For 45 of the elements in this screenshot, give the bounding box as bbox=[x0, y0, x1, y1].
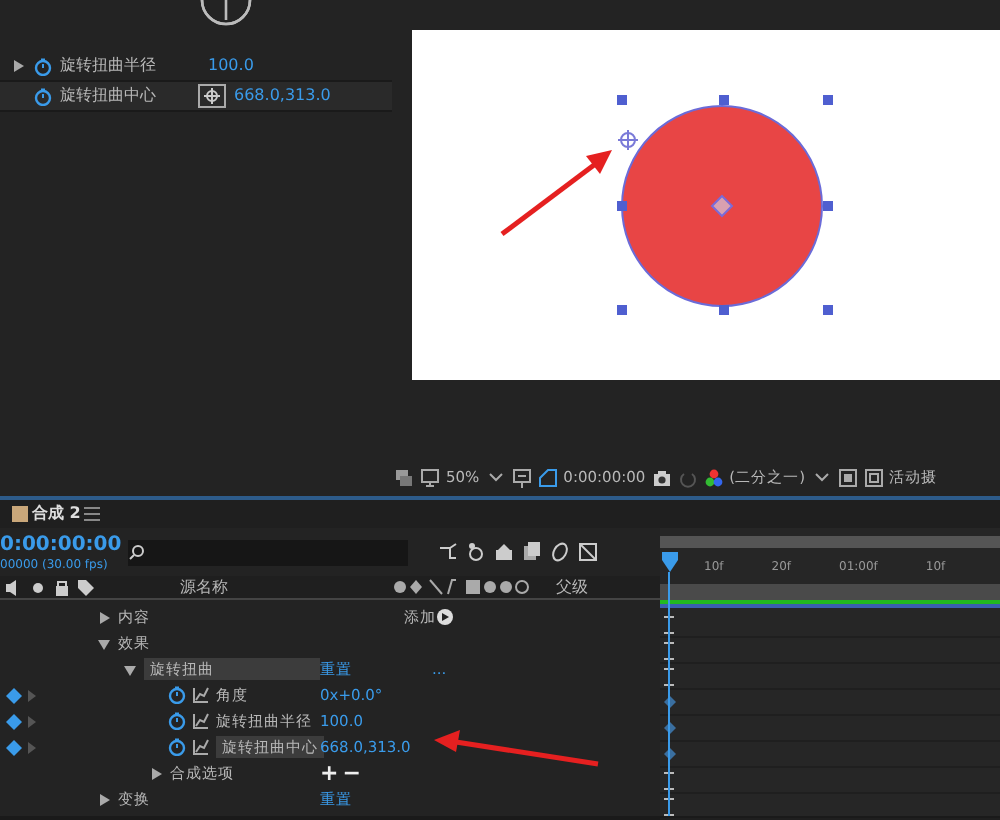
region-icon[interactable] bbox=[837, 468, 858, 488]
expand-triangle-icon[interactable] bbox=[10, 58, 26, 74]
stopwatch-icon[interactable] bbox=[168, 712, 186, 730]
stopwatch-icon[interactable] bbox=[34, 57, 52, 75]
layers-icon[interactable] bbox=[394, 468, 414, 488]
graph-icon[interactable] bbox=[192, 712, 210, 730]
expand-triangle-icon[interactable] bbox=[96, 609, 112, 625]
graph-icon[interactable] bbox=[192, 738, 210, 756]
mask-icon[interactable] bbox=[537, 468, 558, 488]
play-circle-icon[interactable] bbox=[436, 608, 454, 626]
current-time[interactable]: 0:00:00:00 bbox=[0, 531, 122, 557]
expand-triangle-icon[interactable] bbox=[96, 791, 112, 807]
property-value[interactable]: 668.0,313.0 bbox=[234, 84, 331, 108]
chart-icon[interactable] bbox=[578, 542, 598, 562]
tag-icon[interactable] bbox=[76, 577, 96, 597]
option-button[interactable]: − bbox=[342, 763, 361, 783]
panel-tab[interactable]: 合成 2 bbox=[32, 502, 81, 526]
composition-icon bbox=[12, 506, 28, 522]
stopwatch-icon[interactable] bbox=[168, 738, 186, 756]
anchor-point-button[interactable] bbox=[198, 84, 226, 108]
expand-triangle-icon[interactable] bbox=[148, 765, 164, 781]
flowchart-icon[interactable] bbox=[438, 542, 458, 562]
annotation-arrow bbox=[500, 150, 612, 236]
stopwatch-icon[interactable] bbox=[168, 686, 186, 704]
stopwatch-icon[interactable] bbox=[34, 87, 52, 105]
search-field[interactable] bbox=[128, 539, 408, 565]
layer-switches-icon bbox=[392, 578, 532, 596]
search-icon[interactable] bbox=[128, 544, 146, 560]
lock-icon[interactable] bbox=[52, 577, 72, 597]
property-label: 旋转扭曲半径 bbox=[60, 54, 158, 78]
menu-icon[interactable] bbox=[84, 506, 101, 522]
eye-icon[interactable] bbox=[28, 577, 48, 597]
camera-icon[interactable] bbox=[651, 468, 672, 488]
color-channels-icon[interactable] bbox=[703, 468, 724, 488]
monitor-icon[interactable] bbox=[420, 468, 440, 488]
expand-triangle-icon[interactable] bbox=[122, 661, 138, 677]
column-header: 父级 bbox=[556, 575, 588, 599]
anchor-point-icon[interactable] bbox=[617, 129, 639, 151]
property-value[interactable]: 100.0 bbox=[208, 54, 254, 78]
graph-icon[interactable] bbox=[192, 686, 210, 704]
column-header: 源名称 bbox=[180, 575, 230, 599]
work-area-bar[interactable] bbox=[660, 584, 1000, 604]
option-button[interactable]: + bbox=[320, 763, 339, 783]
expand-triangle-icon[interactable] bbox=[96, 635, 112, 651]
property-label: 旋转扭曲中心 bbox=[60, 84, 158, 108]
